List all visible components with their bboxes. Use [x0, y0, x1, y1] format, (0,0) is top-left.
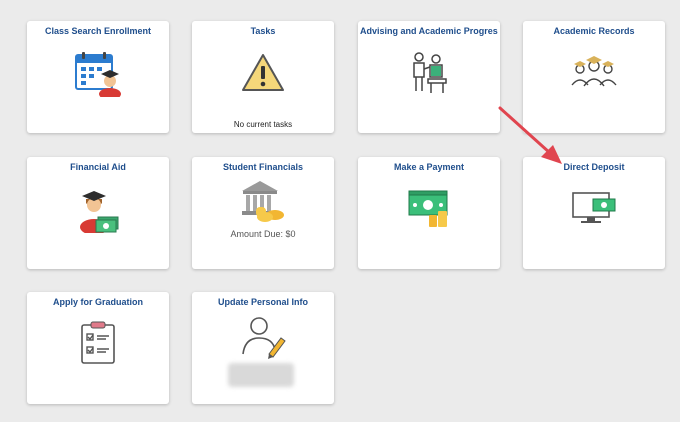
tile-make-a-payment[interactable]: Make a Payment — [358, 157, 500, 269]
tile-update-personal-info[interactable]: Update Personal Info — [192, 292, 334, 404]
tile-title: Advising and Academic Progress — [360, 26, 498, 36]
advisor-meeting-icon — [413, 52, 447, 93]
tile-title: Direct Deposit — [563, 162, 625, 172]
tile-title: Academic Records — [553, 26, 635, 36]
tile-direct-deposit[interactable]: Direct Deposit — [523, 157, 665, 269]
graduates-group-icon — [571, 56, 617, 87]
tile-advising-academic-progress[interactable]: Advising and Academic Progress — [358, 21, 500, 133]
tile-title: Tasks — [250, 26, 276, 36]
tile-title: Make a Payment — [393, 162, 465, 172]
bank-coins-icon — [242, 181, 284, 222]
cash-coins-icon — [408, 190, 448, 227]
tasks-status-text: No current tasks — [233, 120, 293, 129]
warning-icon — [242, 54, 284, 91]
tile-title: Financial Aid — [70, 162, 126, 172]
tile-title: Student Financials — [222, 162, 303, 172]
tile-academic-records[interactable]: Academic Records — [523, 21, 665, 133]
person-edit-icon — [242, 317, 286, 359]
tile-class-search-enrollment[interactable]: Class Search Enrollment — [27, 21, 169, 133]
graduate-money-icon — [80, 191, 119, 233]
tile-apply-for-graduation[interactable]: Apply for Graduation — [27, 292, 169, 404]
amount-due-text: Amount Due: $0 — [230, 229, 296, 239]
monitor-cash-icon — [572, 192, 616, 223]
tile-title: Class Search Enrollment — [44, 26, 152, 36]
tile-financial-aid[interactable]: Financial Aid — [27, 157, 169, 269]
redacted-user-info — [228, 363, 294, 387]
tile-student-financials[interactable]: Student Financials Amount Due: $0 — [192, 157, 334, 269]
tile-title: Apply for Graduation — [53, 297, 143, 307]
tile-title: Update Personal Info — [217, 297, 308, 307]
tile-tasks[interactable]: Tasks No current tasks — [192, 21, 334, 133]
checklist-clipboard-icon — [81, 321, 115, 364]
calendar-student-icon — [75, 52, 121, 97]
